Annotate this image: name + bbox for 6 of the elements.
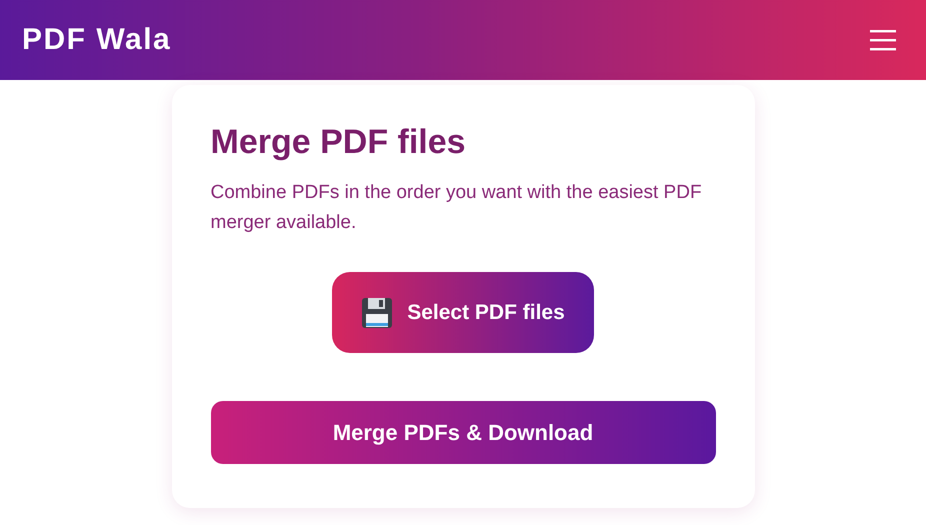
menu-icon[interactable]	[870, 28, 896, 52]
select-files-button[interactable]: Select PDF files	[332, 272, 594, 353]
brand-logo[interactable]: PDF Wala	[22, 23, 172, 57]
card-title: Merge PDF files	[210, 123, 467, 162]
card-description: Combine PDFs in the order you want with the easiest PDF merger available.	[210, 181, 703, 235]
merge-download-button[interactable]: Merge PDFs & Download	[210, 401, 716, 464]
